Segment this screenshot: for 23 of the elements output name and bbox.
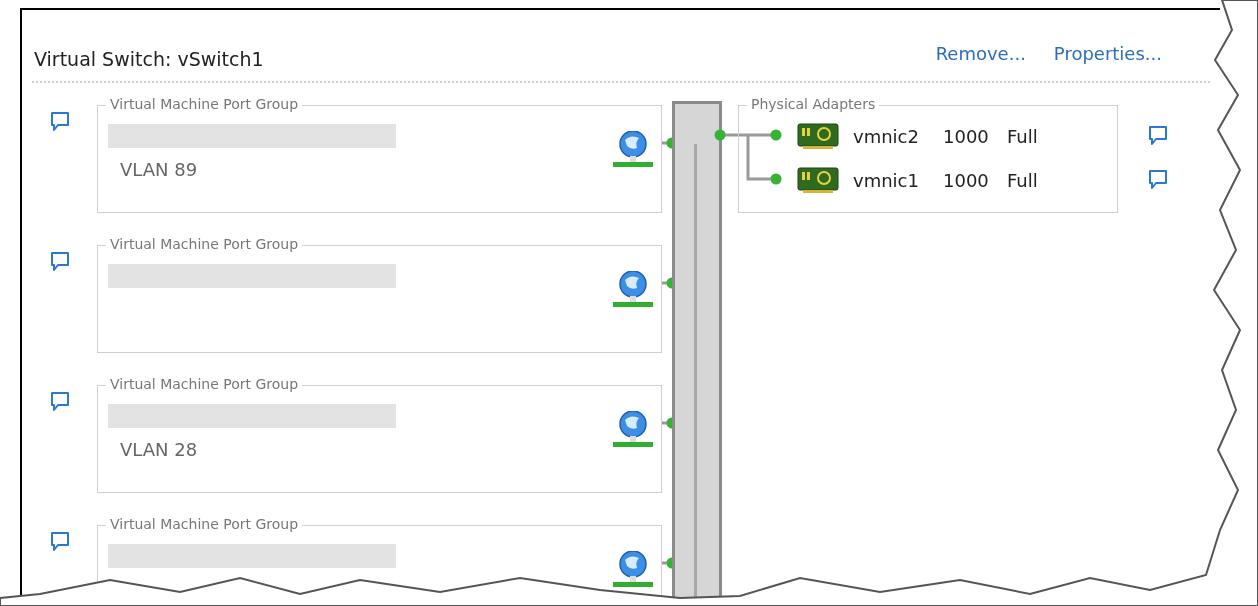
adapter-name: vmnic1 <box>853 168 920 193</box>
network-globe-icon <box>613 551 653 587</box>
adapter-name: vmnic2 <box>853 124 920 149</box>
network-globe-icon <box>613 271 653 307</box>
speech-bubble-icon[interactable] <box>49 111 70 133</box>
speech-bubble-icon[interactable] <box>1148 125 1168 147</box>
switch-title: Virtual Switch: vSwitch1 <box>34 46 264 72</box>
adapter-speed: 1000 <box>943 124 990 149</box>
network-globe-icon <box>613 411 653 447</box>
vlan-label: VLAN 89 <box>120 158 199 182</box>
action-link[interactable]: Remove... <box>935 40 1026 67</box>
adapter-duplex: Full <box>1007 124 1038 149</box>
network-card-icon <box>797 122 839 150</box>
network-globe-icon <box>613 131 653 167</box>
adapter-duplex: Full <box>1007 168 1038 193</box>
speech-bubble-icon[interactable] <box>49 531 70 553</box>
adapter-speed: 1000 <box>943 168 990 193</box>
speech-bubble-icon[interactable] <box>49 251 70 273</box>
speech-bubble-icon[interactable] <box>1148 169 1168 191</box>
speech-bubble-icon[interactable] <box>49 391 70 413</box>
action-link[interactable]: Properties... <box>1053 40 1162 67</box>
vlan-label: VLAN 28 <box>120 438 199 462</box>
network-card-icon <box>797 166 839 194</box>
